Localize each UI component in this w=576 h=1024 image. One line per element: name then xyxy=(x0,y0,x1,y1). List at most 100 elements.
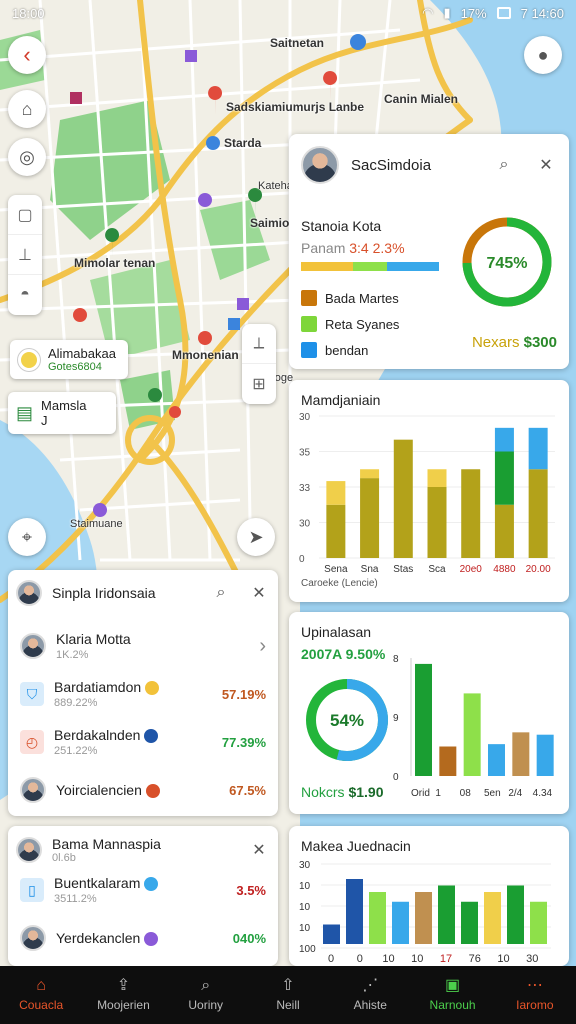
search-icon[interactable]: ⌕ xyxy=(493,154,515,176)
bar[interactable] xyxy=(427,469,447,487)
locate-button[interactable]: ⌖ xyxy=(8,518,46,556)
bar[interactable] xyxy=(438,885,455,945)
poi-chip-2[interactable]: ▤ Mamsla J xyxy=(8,392,116,434)
x-tick-label: 20.00 xyxy=(526,564,551,575)
list-item[interactable]: Klaria Motta 1K.2% › xyxy=(8,622,278,670)
list-item-value: 3.5% xyxy=(236,882,266,898)
nav-item-search[interactable]: ⌕ Uoriny xyxy=(165,966,247,1024)
stat-label: Panam xyxy=(301,240,346,256)
card-subtitle: Stanoia Kota xyxy=(301,218,382,234)
bar[interactable] xyxy=(512,732,530,776)
bar[interactable] xyxy=(488,744,505,776)
list-panel-2: Bama Mannaspia 0l.6b ✕ ▯ Buentkalaram 3511… xyxy=(8,826,278,966)
bar[interactable] xyxy=(393,439,413,558)
search-icon[interactable]: ⌕ xyxy=(210,582,232,604)
bar[interactable] xyxy=(323,924,340,945)
bar[interactable] xyxy=(415,892,432,944)
bar[interactable] xyxy=(360,469,380,479)
y-tick-label: 100 xyxy=(299,944,316,955)
poi-chip-1[interactable]: Alimabakaa Gotes6804 xyxy=(10,340,128,379)
bar[interactable] xyxy=(528,469,548,558)
map-label: Kateha xyxy=(258,180,293,192)
close-icon[interactable]: ✕ xyxy=(248,839,270,861)
nav-label: Uoriny xyxy=(188,998,224,1012)
tilt-tool[interactable]: ⟂ xyxy=(242,324,276,364)
nav-item-navigate[interactable]: ⇧ Neill xyxy=(247,966,329,1024)
bar[interactable] xyxy=(507,885,524,945)
list-item-value: 77.39% xyxy=(221,734,266,750)
compass-tool[interactable]: ◓ xyxy=(8,275,42,315)
tilt-icon: ⟂ xyxy=(253,334,265,352)
bar[interactable] xyxy=(326,481,346,505)
poi-subtitle: J xyxy=(41,413,48,428)
clipboard-icon: ▤ xyxy=(16,402,34,423)
measure-tool[interactable]: ⊥ xyxy=(8,235,42,275)
bar[interactable] xyxy=(494,504,514,558)
list-item[interactable]: ▯ Buentkalaram 3511.2% 3.5% xyxy=(8,866,278,914)
nav-item-share[interactable]: ⇪ Moojerien xyxy=(82,966,164,1024)
bar[interactable] xyxy=(415,663,432,776)
bar[interactable] xyxy=(369,892,386,944)
legend: Bada Martes Reta Syanes bendan xyxy=(301,290,399,368)
x-tick-label: 1 xyxy=(435,788,441,799)
chart-card-1: Mamdjaniain 30 35 33 30 0 Sena Sna Stas Sca 20e0 4… xyxy=(289,380,569,602)
bar[interactable] xyxy=(427,487,447,558)
status-badge-icon xyxy=(144,932,159,947)
nav-item-home[interactable]: ⌂ Couacla xyxy=(0,966,82,1024)
close-icon[interactable]: ✕ xyxy=(248,582,270,604)
bar[interactable] xyxy=(536,734,554,776)
list-item[interactable]: Yerdekanclen 040% xyxy=(8,914,278,962)
bar[interactable] xyxy=(461,901,478,944)
bar[interactable] xyxy=(530,901,547,944)
layers-button[interactable]: ◎ xyxy=(8,138,46,176)
profile-button[interactable]: ● xyxy=(524,36,562,74)
clock-icon: ◴ xyxy=(20,730,44,754)
bar[interactable] xyxy=(494,451,514,505)
battery-percent: 17% xyxy=(460,5,487,21)
bar[interactable] xyxy=(528,427,548,470)
x-tick-label: Sena xyxy=(324,564,348,575)
bookmark-tool[interactable]: ▢ xyxy=(8,195,42,235)
back-button[interactable]: ‹ xyxy=(8,36,46,74)
bar[interactable] xyxy=(484,892,501,944)
avatar xyxy=(301,146,339,184)
bar[interactable] xyxy=(360,478,380,558)
nav-label: Couacla xyxy=(19,998,64,1012)
y-tick-label: 35 xyxy=(299,448,311,459)
panel-subtitle: 0l.6b xyxy=(52,852,76,864)
list-item[interactable]: ⛉ Bardatiamdon 889.22% 57.19% xyxy=(8,670,278,718)
list-item-text: Buentkalaram 3511.2% xyxy=(54,875,226,905)
nav-item-route[interactable]: ⋰ Ahiste xyxy=(329,966,411,1024)
bar[interactable] xyxy=(439,746,457,777)
list-item[interactable]: Yoircialencien 67.5% xyxy=(8,766,278,814)
map-label: Canin Mialen xyxy=(384,92,459,106)
list-item-text: Yerdekanclen xyxy=(56,930,223,947)
bar[interactable] xyxy=(346,879,363,944)
bar[interactable] xyxy=(461,469,481,558)
close-icon[interactable]: ✕ xyxy=(535,154,557,176)
bar[interactable] xyxy=(494,427,514,452)
directions-button[interactable]: ➤ xyxy=(237,518,275,556)
status-extra: 7 14:60 xyxy=(520,5,564,21)
list-item[interactable]: ◴ Berdakalnden 251.22% 77.39% xyxy=(8,718,278,766)
status-badge-icon xyxy=(145,784,160,799)
avatar xyxy=(16,580,42,606)
grid-tool[interactable]: ⊞ xyxy=(242,364,276,404)
route-icon: ⋰ xyxy=(362,977,379,994)
home-button[interactable]: ⌂ xyxy=(8,90,46,128)
x-tick-label: Sca xyxy=(428,564,446,575)
navigate-icon: ⇧ xyxy=(281,977,295,994)
nav-item-save[interactable]: ▣ Narnouh xyxy=(411,966,493,1024)
legend-item: Bada Martes xyxy=(301,290,399,306)
bar[interactable] xyxy=(326,504,346,558)
footer-value: $300 xyxy=(523,334,557,351)
panel-title: Sinpla Iridonsaia xyxy=(52,585,156,601)
nav-item-more[interactable]: ⋯ Iaromo xyxy=(494,966,576,1024)
poi-title: Alimabakaa xyxy=(48,346,116,361)
nav-label: Moojerien xyxy=(97,998,150,1012)
chevron-right-icon[interactable]: › xyxy=(259,635,266,658)
map-label: Mmonenian xyxy=(172,348,239,362)
bar[interactable] xyxy=(463,693,481,776)
nav-label: Neill xyxy=(276,998,300,1012)
bar[interactable] xyxy=(392,901,409,944)
